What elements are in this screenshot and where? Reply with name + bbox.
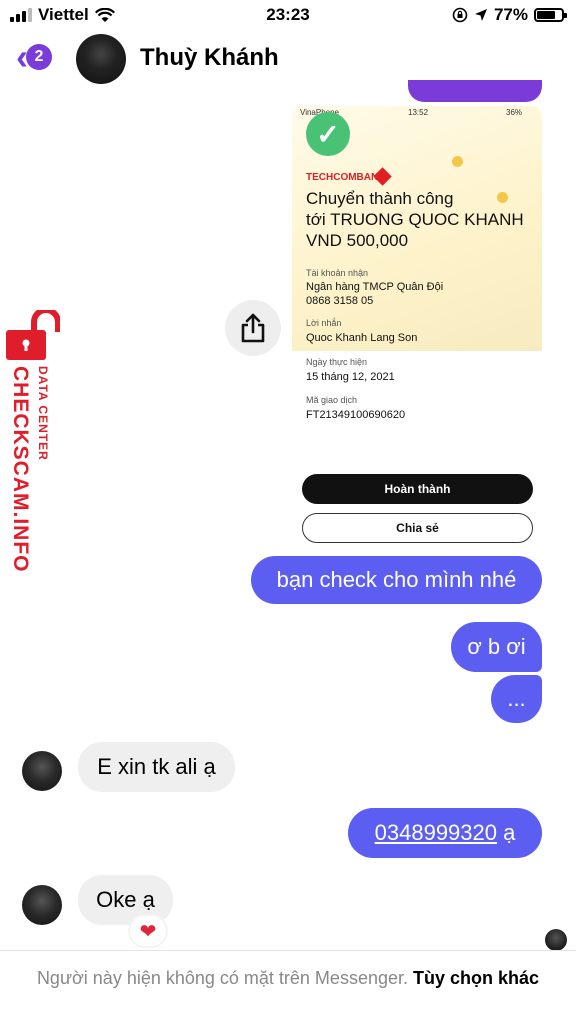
title-line-3: VND 500,000 [306, 231, 409, 250]
contact-avatar[interactable] [76, 34, 126, 84]
message-suffix: ạ [497, 820, 516, 845]
transaction-label: Mã giao dịch [306, 395, 358, 405]
battery-percent: 77% [493, 5, 528, 24]
seen-avatar [545, 929, 567, 951]
message-incoming[interactable]: E xin tk ali ạ [78, 742, 235, 792]
receipt-battery: 36% [506, 108, 523, 117]
date-label: Ngày thực hiện [306, 357, 368, 367]
watermark-main-text: CHECKSCAM.INFO [9, 366, 32, 573]
date-value: 15 tháng 12, 2021 [306, 371, 395, 383]
contact-avatar-small[interactable] [22, 751, 62, 791]
watermark: CHECKSCAM.INFO DATA CENTER [2, 310, 62, 590]
previous-message-bubble[interactable] [408, 80, 542, 102]
receipt-image[interactable]: VinaPhone 13:52 36% ✓ TECHCOMBANK Chuyển… [292, 106, 542, 436]
message-outgoing[interactable]: ... [491, 675, 542, 723]
recipient-bank: Ngân hàng TMCP Quân Đội [306, 281, 444, 293]
coin-decoration [452, 156, 463, 167]
message-outgoing[interactable]: 0348999320 ạ [348, 808, 542, 858]
location-icon [474, 9, 487, 21]
lock-rotation-icon [452, 7, 468, 23]
more-options-link[interactable]: Tùy chọn khác [413, 968, 539, 988]
message-outgoing[interactable]: bạn check cho mình nhé [251, 556, 542, 604]
unavailable-notice: Người này hiện không có mặt trên Messeng… [36, 968, 408, 988]
transaction-value: FT21349100690620 [306, 409, 406, 421]
transfer-title: Chuyển thành công tới TRUONG QUOC KHANH … [306, 188, 538, 251]
title-line-1: Chuyển thành công [306, 189, 454, 208]
contact-avatar-small[interactable] [22, 885, 62, 925]
message-value: Quoc Khanh Lang Son [306, 332, 418, 344]
unread-badge: 2 [26, 44, 52, 70]
message-label: Lời nhắn [306, 318, 342, 328]
message-outgoing[interactable]: ơ b ơi [451, 622, 542, 672]
receipt-time: 13:52 [408, 108, 429, 117]
share-icon [241, 313, 265, 343]
battery-icon [534, 8, 567, 22]
lock-icon [6, 310, 60, 360]
phone-number-link[interactable]: 0348999320 [375, 820, 497, 846]
watermark-sub-text: DATA CENTER [36, 366, 50, 461]
recipient-account-label: Tài khoản nhận [306, 268, 369, 278]
receipt-done-button: Hoàn thành [302, 474, 533, 504]
contact-name[interactable]: Thuỳ Khánh [140, 44, 279, 72]
status-right: 77% [452, 5, 567, 25]
recipient-account: 0868 3158 05 [306, 295, 374, 307]
check-icon: ✓ [306, 112, 350, 156]
status-bar: Viettel 23:23 77% [0, 0, 576, 30]
heart-icon[interactable]: ❤ [130, 916, 166, 946]
receipt-share-button: Chia sẻ [302, 513, 533, 543]
messenger-footer: Người này hiện không có mặt trên Messeng… [0, 950, 576, 1024]
share-button[interactable] [225, 300, 281, 356]
back-button[interactable]: ‹ 2 [16, 39, 52, 75]
title-line-2: tới TRUONG QUOC KHANH [306, 210, 524, 229]
